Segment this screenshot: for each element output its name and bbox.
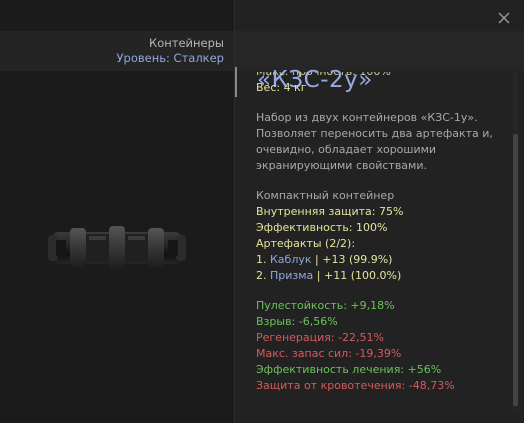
artifact-stat: | +13 (99.9%): [311, 253, 393, 266]
item-details-scroll-area[interactable]: Макс. прочность: 100% Вес: 4 кг Набор из…: [256, 72, 508, 412]
item-level: Уровень: Сталкер: [116, 51, 224, 65]
item-tooltip-window: Контейнеры Уровень: Сталкер «КЗС-2у» Вес…: [0, 0, 524, 423]
durability-line: Макс. прочность: 100%: [256, 72, 508, 80]
effect-line: Макс. запас сил: -19,39%: [256, 347, 402, 360]
title-divider: [235, 67, 237, 97]
artifacts-header: Артефакты (2/2):: [256, 237, 356, 250]
artifact-slot-1: 1. Каблук | +13 (99.9%): [256, 252, 508, 268]
effect-line: Взрыв: -6,56%: [256, 315, 338, 328]
artifact-name: Каблук: [270, 253, 312, 266]
close-icon[interactable]: [496, 10, 512, 26]
artifact-name: Призма: [270, 269, 314, 282]
description-line: экранирующими свойствами.: [256, 159, 427, 172]
artifact-slot-2: 2. Призма | +11 (100.0%): [256, 268, 508, 284]
artifact-number: 2.: [256, 269, 270, 282]
scrollbar[interactable]: [513, 72, 518, 410]
effect-line: Защита от кровотечения: -48,73%: [256, 379, 455, 392]
title-bar: «КЗС-2у»: [235, 31, 524, 97]
effect-line: Эффективность лечения: +56%: [256, 363, 442, 376]
item-info-panel: «КЗС-2у» Макс. прочность: 100% Вес: 4 кг…: [234, 0, 524, 423]
description-line: Набор из двух контейнеров «КЗС-1у».: [256, 111, 478, 124]
scrollbar-thumb[interactable]: [513, 134, 518, 406]
artifact-stat: | +11 (100.0%): [313, 269, 402, 282]
artifact-number: 1.: [256, 253, 270, 266]
efficiency: Эффективность: 100%: [256, 221, 388, 234]
item-category: Контейнеры: [149, 36, 224, 50]
item-preview-panel: Контейнеры Уровень: Сталкер: [0, 0, 234, 423]
effect-line: Регенерация: -22,51%: [256, 331, 384, 344]
description-line: Позволяет переносить два артефакта и,: [256, 127, 493, 140]
container-item-icon: [48, 226, 186, 270]
internal-protection: Внутренняя защита: 75%: [256, 205, 404, 218]
description-line: очевидно, обладает хорошими: [256, 143, 437, 156]
effect-line: Пулестойкость: +9,18%: [256, 299, 395, 312]
container-type: Компактный контейнер: [256, 189, 395, 202]
weight-line: Вес: 4 кг: [256, 81, 307, 94]
